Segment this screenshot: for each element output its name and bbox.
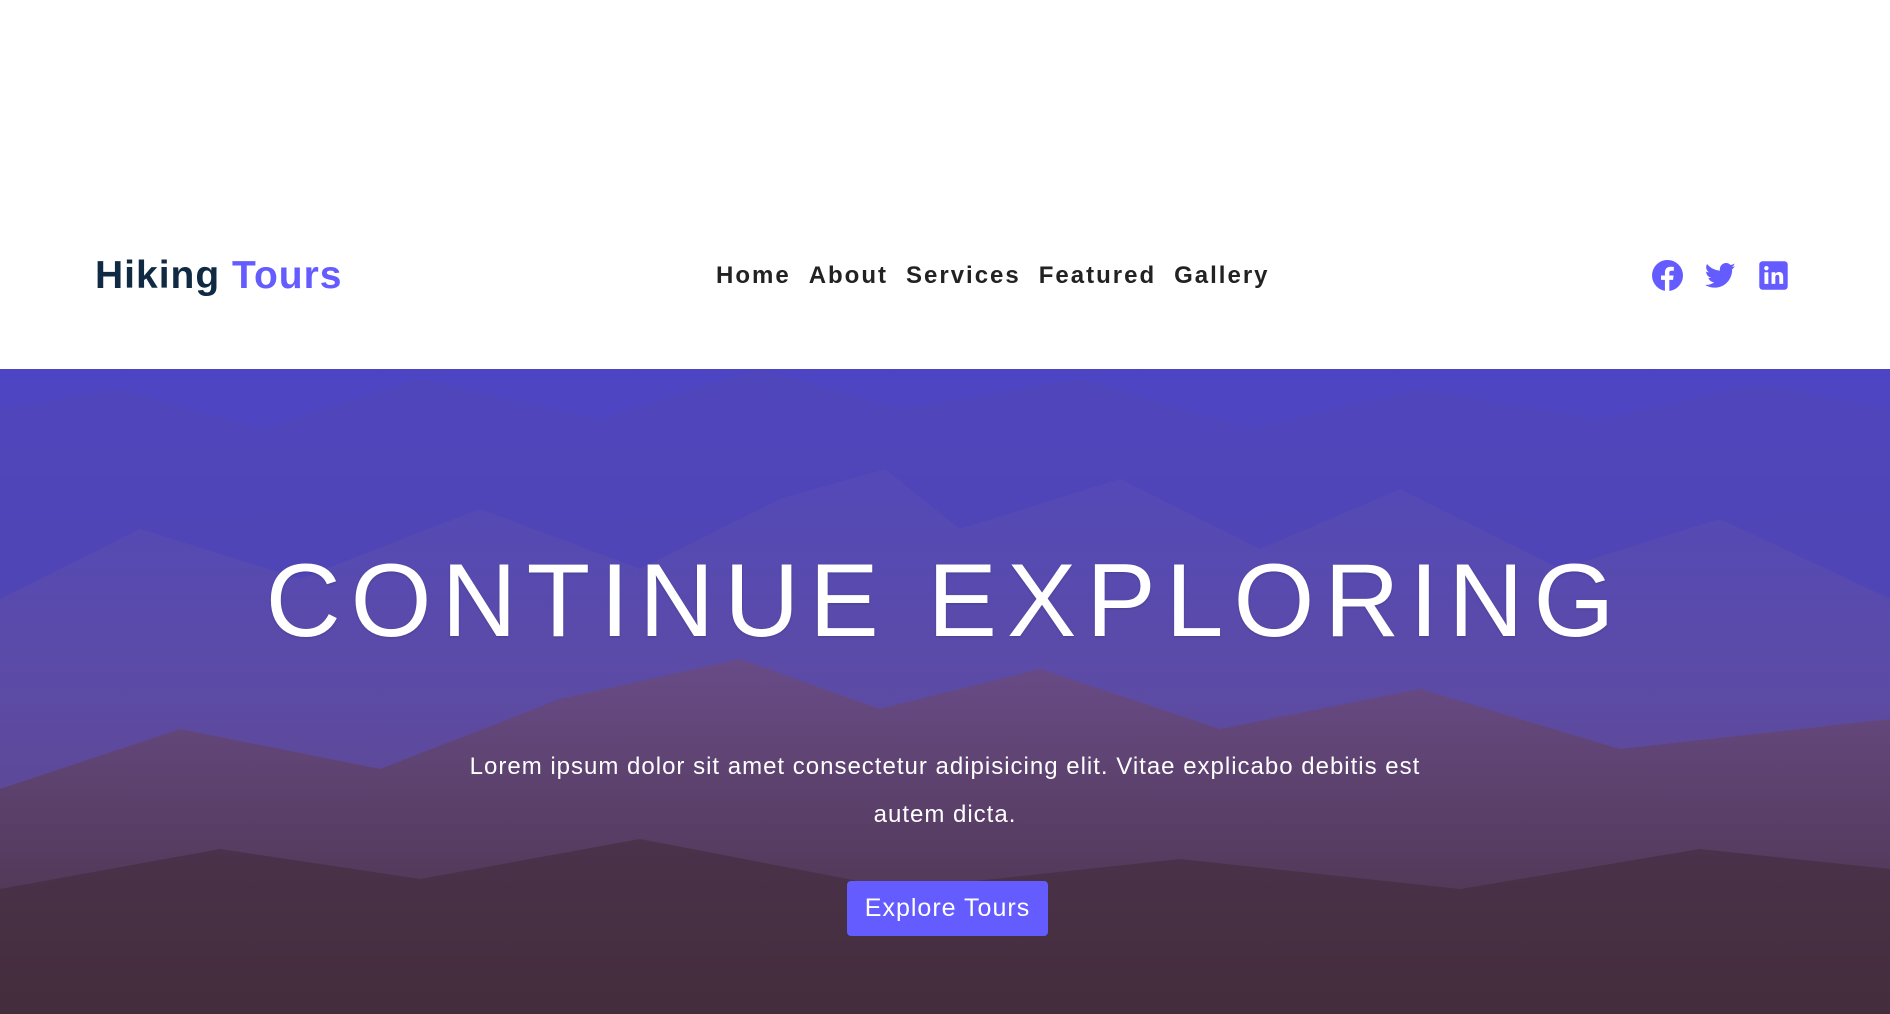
nav-link-services[interactable]: Services: [906, 262, 1021, 290]
nav-link-gallery[interactable]: Gallery: [1174, 262, 1269, 290]
facebook-icon[interactable]: [1652, 260, 1683, 291]
nav-item-about: About: [809, 262, 888, 290]
brand-logo[interactable]: Hiking Tours: [95, 254, 342, 298]
hero-content: CONTINUE EXPLORING Lorem ipsum dolor sit…: [0, 369, 1890, 1014]
nav-item-home: Home: [716, 262, 791, 290]
hero-title: CONTINUE EXPLORING: [265, 543, 1625, 659]
social-icons: [1652, 260, 1789, 291]
nav-link-about[interactable]: About: [809, 262, 888, 290]
nav-link-featured[interactable]: Featured: [1039, 262, 1156, 290]
nav-item-services: Services: [906, 262, 1021, 290]
navbar: Hiking Tours Home About Services Feature…: [0, 236, 1890, 316]
nav-item-gallery: Gallery: [1174, 262, 1269, 290]
brand-name: Hiking: [95, 254, 233, 297]
nav-links: Home About Services Featured Gallery: [716, 262, 1270, 290]
twitter-icon[interactable]: [1705, 260, 1736, 291]
hero-description: Lorem ipsum dolor sit amet consectetur a…: [469, 753, 1421, 828]
nav-item-featured: Featured: [1039, 262, 1156, 290]
brand-accent: Tours: [232, 254, 343, 297]
linkedin-icon[interactable]: [1758, 260, 1789, 291]
hero-section: CONTINUE EXPLORING Lorem ipsum dolor sit…: [0, 369, 1890, 1014]
nav-link-home[interactable]: Home: [716, 262, 791, 290]
explore-tours-button[interactable]: Explore Tours: [847, 881, 1048, 936]
